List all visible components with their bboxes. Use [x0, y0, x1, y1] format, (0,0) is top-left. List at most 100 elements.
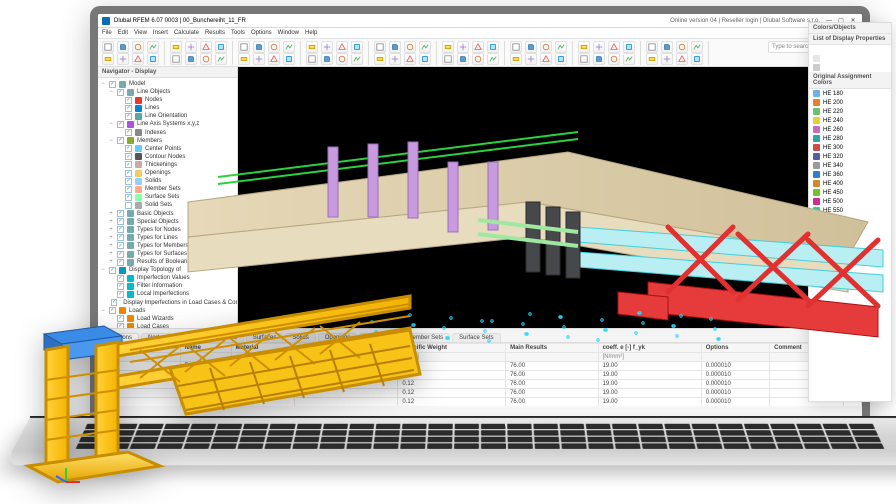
tree-item[interactable]: +Types for Surfaces	[100, 250, 235, 258]
menu-tools[interactable]: Tools	[231, 30, 245, 36]
tree-checkbox[interactable]	[117, 121, 124, 128]
toolbar-button-13[interactable]	[321, 41, 333, 53]
table-cell[interactable]: 0.12	[398, 398, 506, 407]
tree-checkbox[interactable]	[125, 153, 132, 160]
toolbar-button-45[interactable]	[253, 53, 265, 65]
side-panel[interactable]: Colors/Objects List of Display Propertie…	[808, 22, 892, 402]
tab-lines[interactable]: Lines	[174, 333, 202, 342]
toolbar-button-54[interactable]	[404, 53, 416, 65]
toolbar-button-64[interactable]	[578, 53, 590, 65]
color-item[interactable]: HE 300	[809, 143, 891, 152]
tree-item[interactable]: +Types for Members	[100, 242, 235, 250]
toolbar-button-57[interactable]	[457, 53, 469, 65]
table-cell[interactable]: 5	[99, 398, 119, 407]
table-cell[interactable]: 19.00	[598, 371, 701, 380]
table-cell[interactable]	[119, 371, 181, 380]
table-cell[interactable]	[119, 362, 181, 371]
tree-checkbox[interactable]	[117, 283, 124, 290]
menu-file[interactable]: File	[102, 30, 112, 36]
toolbar-button-15[interactable]	[351, 41, 363, 53]
table-row[interactable]: 4Rect110.1276.0019.000.000010	[99, 389, 862, 398]
toolbar-button-32[interactable]	[646, 41, 658, 53]
toolbar-button-40[interactable]	[170, 53, 182, 65]
toolbar-button-27[interactable]	[555, 41, 567, 53]
toolbar-button-36[interactable]	[102, 53, 114, 65]
table-cell[interactable]: Rect1	[180, 362, 231, 371]
tab-sections[interactable]: Sections	[102, 333, 139, 342]
tree-twisty-icon[interactable]: −	[100, 80, 106, 88]
table-cell[interactable]: 4	[99, 389, 119, 398]
tree-item[interactable]: Imperfection Values	[100, 274, 235, 282]
tree-item[interactable]: Contour Nodes	[100, 153, 235, 161]
tree-item[interactable]: Local Imperfections	[100, 290, 235, 298]
tree-checkbox[interactable]	[125, 145, 132, 152]
tree-item[interactable]: Line Orientation	[100, 112, 235, 120]
table-cell[interactable]	[119, 380, 181, 389]
toolbar-button-52[interactable]	[374, 53, 386, 65]
color-item[interactable]: HE 650	[809, 224, 891, 233]
toolbar-button-18[interactable]	[404, 41, 416, 53]
table-cell[interactable]: 0.12	[398, 380, 506, 389]
toolbar-button-24[interactable]	[510, 41, 522, 53]
table-cell[interactable]: 3	[99, 380, 119, 389]
toolbar-button-51[interactable]	[351, 53, 363, 65]
tree-item[interactable]: −Model	[100, 80, 235, 88]
toolbar-button-38[interactable]	[132, 53, 144, 65]
col-header[interactable]: Section	[119, 344, 181, 353]
tab-line-sets[interactable]: Line Sets	[359, 333, 398, 342]
toolbar-button-26[interactable]	[540, 41, 552, 53]
tree-checkbox[interactable]	[125, 194, 132, 201]
toolbar-button-14[interactable]	[336, 41, 348, 53]
toolbar-button-9[interactable]	[253, 41, 265, 53]
tree-twisty-icon[interactable]: −	[108, 137, 114, 145]
tree-checkbox[interactable]	[117, 315, 124, 322]
toolbar-button-17[interactable]	[389, 41, 401, 53]
tree-item[interactable]: −Display Topology of	[100, 266, 235, 274]
toolbar-button-39[interactable]	[147, 53, 159, 65]
tree-item[interactable]: Load Wizards	[100, 315, 235, 323]
table-cell[interactable]	[295, 380, 398, 389]
toolbar-button-41[interactable]	[185, 53, 197, 65]
tree-item[interactable]: Filter Information	[100, 282, 235, 290]
tree-item[interactable]: Openings	[100, 169, 235, 177]
table-cell[interactable]: 1	[99, 362, 119, 371]
color-item[interactable]: HE 280	[809, 134, 891, 143]
table-cell[interactable]: 0.000010	[701, 371, 769, 380]
toolbar-button-30[interactable]	[608, 41, 620, 53]
tree-twisty-icon[interactable]: +	[108, 210, 114, 218]
menu-calculate[interactable]: Calculate	[174, 30, 199, 36]
tab-surface-sets[interactable]: Surface Sets	[452, 333, 500, 342]
table-cell[interactable]: 1	[231, 380, 295, 389]
table-cell[interactable]: 0.000010	[701, 398, 769, 407]
tree-checkbox[interactable]	[125, 113, 132, 120]
table-cell[interactable]: 1	[231, 371, 295, 380]
menu-help[interactable]: Help	[305, 30, 317, 36]
color-item[interactable]: HE 240	[809, 116, 891, 125]
tree-twisty-icon[interactable]: +	[108, 258, 114, 266]
toolbar-button-12[interactable]	[306, 41, 318, 53]
toolbar-button-8[interactable]	[238, 41, 250, 53]
color-item[interactable]	[809, 45, 891, 54]
table-cell[interactable]	[295, 398, 398, 407]
toolbar-button-1[interactable]	[117, 41, 129, 53]
toolbar-button-37[interactable]	[117, 53, 129, 65]
toolbar-button-20[interactable]	[442, 41, 454, 53]
tree-twisty-icon[interactable]: −	[108, 88, 114, 96]
table-cell[interactable]: 19.00	[598, 362, 701, 371]
toolbar-button-5[interactable]	[185, 41, 197, 53]
color-item[interactable]: HE 220	[809, 107, 891, 116]
color-item[interactable]: HE 340	[809, 161, 891, 170]
color-item[interactable]: HE 450	[809, 188, 891, 197]
tree-item[interactable]: Indexes	[100, 129, 235, 137]
table-cell[interactable]: Rect1	[180, 389, 231, 398]
table-cell[interactable]: 0.12	[398, 389, 506, 398]
table-cell[interactable]: 0.000010	[701, 362, 769, 371]
tree-checkbox[interactable]	[125, 170, 132, 177]
toolbar-button-60[interactable]	[510, 53, 522, 65]
tree-twisty-icon[interactable]: +	[108, 226, 114, 234]
tree-item[interactable]: +Types for Lines	[100, 234, 235, 242]
toolbar-button-44[interactable]	[238, 53, 250, 65]
toolbar-button-11[interactable]	[283, 41, 295, 53]
tree-twisty-icon[interactable]: +	[108, 242, 114, 250]
toolbar-button-69[interactable]	[661, 53, 673, 65]
